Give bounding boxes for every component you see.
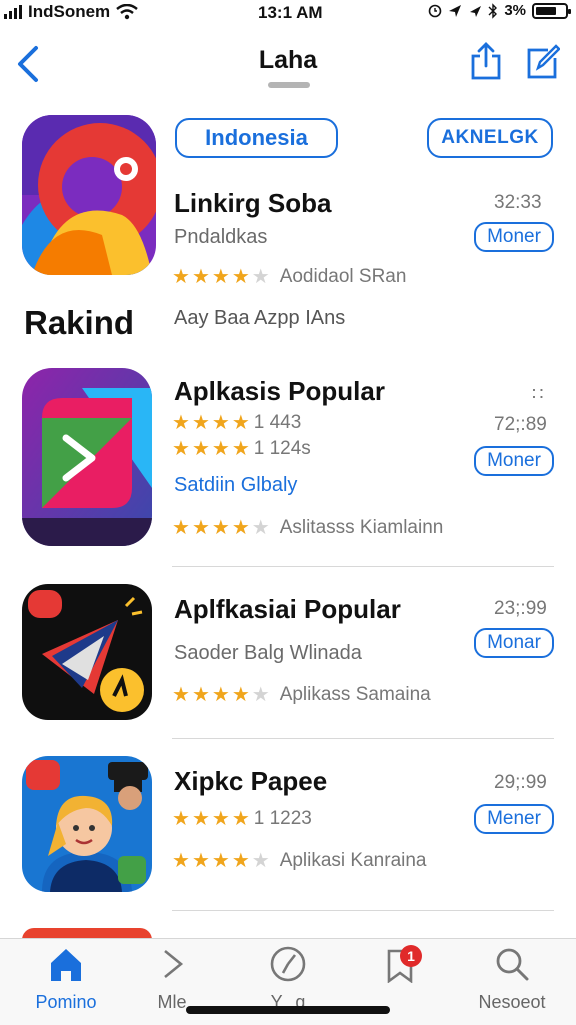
tab-search-label: Nesoeot <box>478 992 546 1012</box>
status-time: 13:1 AM <box>258 3 323 22</box>
rating-stars-1b: ★ ★ ★ ★ 1 124s <box>172 437 311 461</box>
rating-stars-1a: ★ ★ ★ ★ 1 443 <box>172 411 302 435</box>
rating-count-1a: 1 443 <box>253 411 302 433</box>
rating-stars-3a: ★ ★ ★ ★ 1 1223 <box>172 807 312 831</box>
home-icon <box>51 949 81 981</box>
alarm-icon <box>429 4 442 17</box>
chevron-right-icon <box>164 949 184 979</box>
app-3-caption: Aplikasi Kanraina <box>279 849 427 871</box>
brand-label: Rakind <box>24 304 135 341</box>
clock-icon <box>270 946 306 982</box>
app-icon-3[interactable] <box>22 756 152 892</box>
tab-saved[interactable]: 1 <box>350 945 450 992</box>
app-1-size: 72;:89 <box>494 414 547 435</box>
rating-stars-featured: ★ ★ ★ ★ ★ Aodidaol SRan <box>172 265 407 289</box>
status-right: 3% <box>428 2 571 19</box>
featured-app-subtitle: Pndaldkas <box>174 226 268 248</box>
app-1-link[interactable]: Satdiin Glbaly <box>174 474 297 497</box>
app-2-title[interactable]: Aplfkasiai Popular <box>174 594 401 625</box>
app-icon-2[interactable] <box>22 584 152 720</box>
tab-search[interactable]: Nesoeot <box>462 945 562 1013</box>
region-filter-button[interactable]: Indonesia <box>175 118 338 158</box>
divider <box>172 910 554 911</box>
battery-icon <box>532 2 571 19</box>
get-button-3[interactable]: Mener <box>474 804 554 834</box>
more-options-icon[interactable]: ∷ <box>532 384 544 405</box>
app-2-caption: Aplikass Samaina <box>279 683 431 705</box>
app-1-caption: Aslitasss Kiamlainn <box>279 516 444 538</box>
home-indicator[interactable] <box>186 1006 390 1014</box>
app-3-title[interactable]: Xipkc Papee <box>174 766 327 797</box>
get-button-2[interactable]: Monar <box>474 628 554 658</box>
rating-stars-3b: ★ ★ ★ ★ ★ Aplikasi Kanraina <box>172 849 427 873</box>
search-icon <box>496 948 529 981</box>
rating-count-1b: 1 124s <box>253 437 311 459</box>
featured-app-size: 32:33 <box>494 192 542 213</box>
bluetooth-icon <box>488 2 498 19</box>
signal-icon <box>4 5 22 19</box>
featured-app-title[interactable]: Linkirg Soba <box>174 188 331 219</box>
status-left: IndSonem <box>4 2 138 22</box>
wifi-icon <box>116 4 138 20</box>
tab-updates[interactable]: Y...g <box>238 945 338 1013</box>
get-button-1[interactable]: Moner <box>474 446 554 476</box>
tab-mle[interactable]: Mle <box>122 945 222 1013</box>
status-bar: IndSonem 13:1 AM 3% <box>0 0 576 26</box>
secondary-filter-button[interactable]: AKNELGK <box>427 118 553 158</box>
app-2-size: 23;:99 <box>494 598 547 619</box>
tab-home-label: Pomino <box>35 992 97 1012</box>
share-icon[interactable] <box>470 42 502 80</box>
sheet-grabber[interactable] <box>268 82 310 88</box>
app-1-title[interactable]: Aplkasis Popular <box>174 376 385 407</box>
notification-badge: 1 <box>400 945 422 967</box>
app-2-subtitle: Saoder Balg Wlinada <box>174 642 362 664</box>
app-icon-featured[interactable] <box>22 115 156 275</box>
compose-icon[interactable] <box>526 42 560 80</box>
rating-stars-1c: ★ ★ ★ ★ ★ Aslitasss Kiamlainn <box>172 516 444 540</box>
tab-home[interactable]: Pomino <box>16 945 116 1013</box>
rating-count-featured: Aodidaol SRan <box>279 265 407 287</box>
featured-caption: Aay Baa Azpp IAns <box>174 307 346 329</box>
app-3-size: 29;:99 <box>494 772 547 793</box>
navigation-icon <box>470 5 482 17</box>
get-button-featured[interactable]: Moner <box>474 222 554 252</box>
carrier-label: IndSonem <box>28 2 111 21</box>
app-icon-1[interactable] <box>22 368 152 546</box>
navigation-bar: Laha <box>0 26 576 100</box>
battery-percent: 3% <box>504 2 526 19</box>
rating-stars-2: ★ ★ ★ ★ ★ Aplikass Samaina <box>172 683 431 707</box>
divider <box>172 566 554 567</box>
rating-count-3: 1 1223 <box>253 807 312 829</box>
divider <box>172 738 554 739</box>
location-icon <box>449 4 462 17</box>
